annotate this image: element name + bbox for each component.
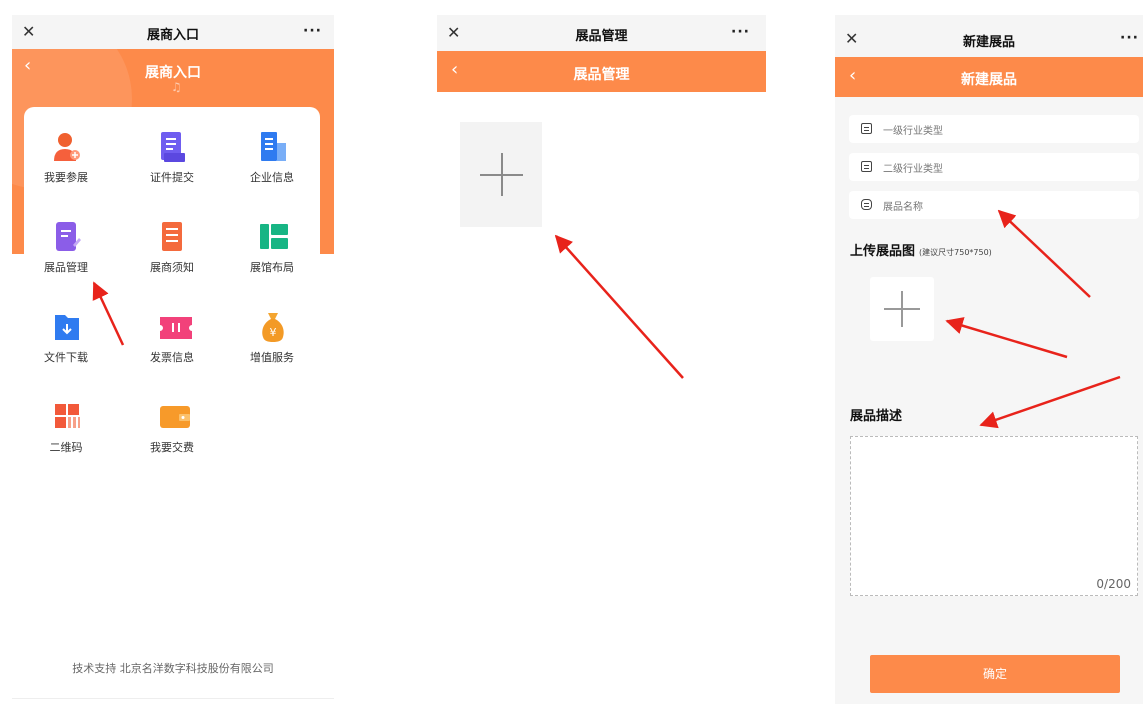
- menu-item-label: 文件下载: [44, 351, 88, 364]
- primary-industry-select[interactable]: 一级行业类型: [849, 115, 1139, 143]
- upload-section-title: 上传展品图 (建议尺寸750*750): [850, 240, 992, 259]
- building-icon: [259, 131, 286, 161]
- notice-icon: [159, 221, 185, 251]
- page-title: 展品管理: [573, 67, 630, 83]
- music-note-icon: ♫: [171, 80, 182, 94]
- menu-item-label: 展品管理: [44, 261, 88, 274]
- menu-item-label: 发票信息: [150, 351, 194, 364]
- menu-item-company-info[interactable]: 企业信息: [227, 131, 317, 185]
- char-counter: 0/200: [1096, 577, 1131, 591]
- menu-item-label: 证件提交: [150, 171, 194, 184]
- menu-item-file-download[interactable]: 文件下载: [21, 311, 111, 365]
- menu-item-certificate-submit[interactable]: 证件提交: [127, 131, 217, 185]
- description-section-title: 展品描述: [850, 409, 903, 424]
- field-placeholder: 一级行业类型: [883, 126, 943, 137]
- divider: [12, 698, 334, 699]
- document-icon: [159, 131, 185, 162]
- money-bag-icon: ¥: [259, 311, 285, 342]
- menu-item-hall-layout[interactable]: 展馆布局: [227, 221, 317, 275]
- window-title: 展商入口: [146, 28, 199, 43]
- more-icon[interactable]: ···: [731, 24, 750, 40]
- list-icon: [861, 161, 872, 172]
- message-icon: [861, 199, 872, 210]
- page-title: 新建展品: [961, 72, 1017, 88]
- field-placeholder: 展品名称: [883, 202, 923, 213]
- new-exhibit-screen: ✕ 新建展品 ··· ‹ 新建展品 一级行业类型 二级行业类型 展品名称 上传展…: [835, 15, 1143, 704]
- menu-item-label: 展商须知: [150, 261, 194, 274]
- qr-code-icon: [53, 401, 80, 431]
- window-title: 新建展品: [962, 35, 1015, 50]
- exhibit-management-screen: ✕ 展品管理 ··· ‹ 展品管理: [437, 15, 766, 700]
- menu-item-exhibitor-notice[interactable]: 展商须知: [127, 221, 217, 275]
- exhibitor-portal-screen: ✕ 展商入口 ··· ‹ 展商入口 ♫ 我要参展 证件提交 企业信息 展品管理 …: [12, 15, 334, 700]
- nav-bar: ‹ 新建展品: [835, 57, 1143, 97]
- upload-image-button[interactable]: [870, 277, 934, 341]
- menu-item-label: 二维码: [49, 441, 83, 454]
- user-add-icon: [53, 131, 80, 161]
- window-titlebar: ✕ 展商入口 ···: [12, 15, 334, 49]
- footer-credit: 技术支持 北京名洋数字科技股份有限公司: [72, 662, 274, 675]
- add-exhibit-button[interactable]: [460, 122, 542, 227]
- secondary-industry-select[interactable]: 二级行业类型: [849, 153, 1139, 181]
- confirm-button[interactable]: 确定: [870, 655, 1120, 693]
- menu-item-payment[interactable]: 我要交费: [127, 401, 217, 455]
- menu-item-invoice-info[interactable]: 发票信息: [127, 311, 217, 365]
- menu-item-join-exhibition[interactable]: 我要参展: [21, 131, 111, 185]
- exhibit-name-input[interactable]: 展品名称: [849, 191, 1139, 219]
- menu-item-label: 企业信息: [250, 171, 294, 184]
- window-titlebar: ✕ 新建展品 ···: [835, 15, 1143, 57]
- nav-bar: ‹ 展品管理: [437, 51, 766, 92]
- menu-item-value-added-service[interactable]: ¥ 增值服务: [227, 311, 317, 365]
- download-icon: [53, 311, 79, 341]
- menu-item-exhibit-management[interactable]: 展品管理: [21, 221, 111, 275]
- wallet-icon: [159, 401, 190, 431]
- menu-item-label: 我要参展: [44, 171, 88, 184]
- edit-file-icon: [53, 221, 81, 251]
- upload-title-text: 上传展品图: [850, 244, 916, 259]
- svg-text:¥: ¥: [270, 326, 277, 339]
- window-title: 展品管理: [575, 29, 628, 44]
- layout-icon: [259, 221, 288, 251]
- menu-item-label: 增值服务: [250, 351, 294, 364]
- more-icon[interactable]: ···: [1120, 30, 1139, 46]
- more-icon[interactable]: ···: [303, 23, 322, 39]
- menu-item-label: 我要交费: [150, 441, 194, 454]
- field-placeholder: 二级行业类型: [883, 164, 943, 175]
- ticket-icon: [159, 311, 192, 341]
- menu-item-label: 展馆布局: [250, 261, 294, 274]
- menu-card: 我要参展 证件提交 企业信息 展品管理 展商须知 展馆布局 文件下载 发票信息 …: [24, 107, 320, 537]
- window-titlebar: ✕ 展品管理 ···: [437, 15, 766, 51]
- list-icon: [861, 123, 872, 134]
- upload-size-hint: (建议尺寸750*750): [919, 248, 992, 257]
- description-textarea[interactable]: 0/200: [850, 436, 1138, 596]
- page-title: 展商入口: [145, 65, 201, 81]
- plus-icon: [901, 291, 903, 327]
- menu-item-qr-code[interactable]: 二维码: [21, 401, 111, 455]
- plus-icon: [501, 153, 503, 196]
